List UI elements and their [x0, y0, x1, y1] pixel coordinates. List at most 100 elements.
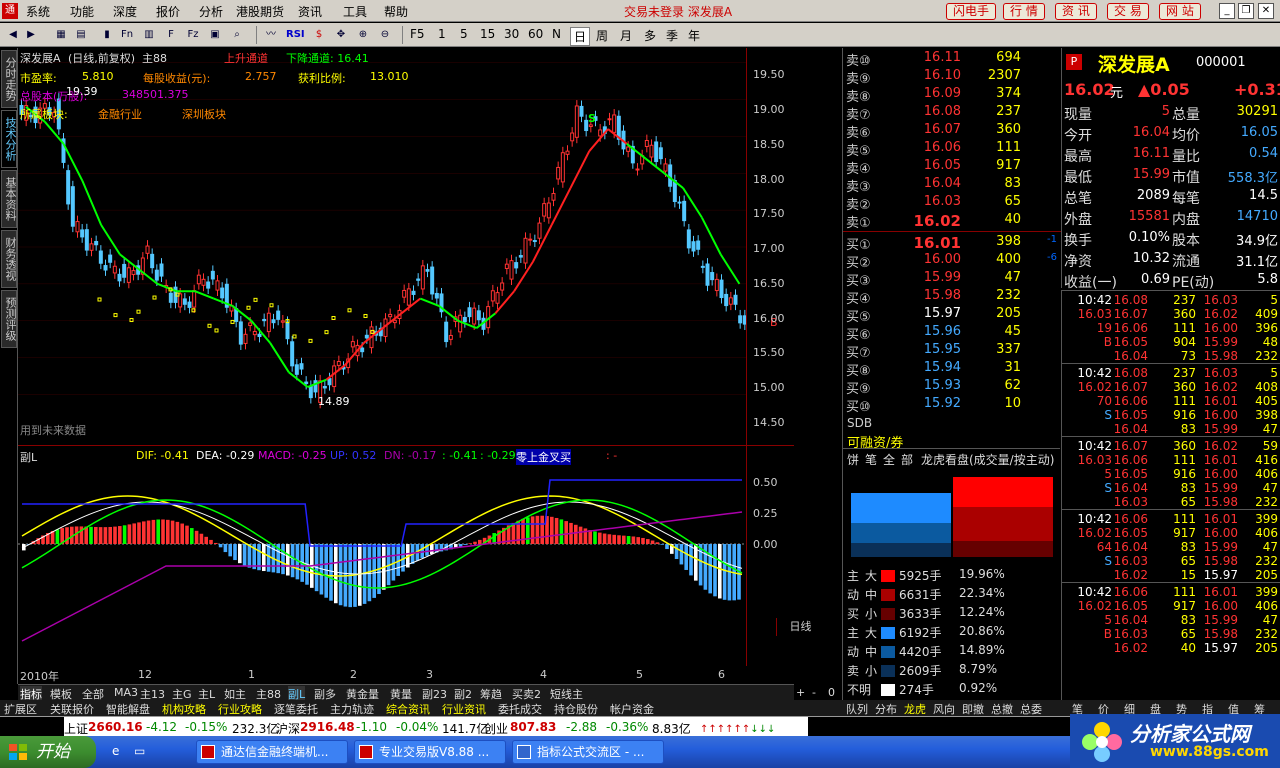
sell-level[interactable]: 卖③ 16.04 83	[843, 176, 1061, 195]
mf-tab[interactable]: 部	[901, 451, 913, 468]
right-bottom-tab[interactable]: 即撤	[962, 701, 984, 717]
buy-level[interactable]: 买④ 15.98 232	[843, 288, 1061, 307]
period-week[interactable]: 周	[596, 27, 608, 44]
menu-tools[interactable]: 工具	[343, 3, 367, 20]
right-bottom-tab[interactable]: 风向	[933, 701, 955, 717]
restore-icon[interactable]: ❐	[1238, 3, 1254, 19]
back-icon[interactable]: ◀	[4, 26, 22, 44]
shrink-icon[interactable]: ⊖	[376, 26, 394, 44]
period-60[interactable]: 60	[528, 27, 543, 41]
mf-tab[interactable]: 龙虎看盘(成交量/按主动)	[921, 451, 1054, 468]
website-button[interactable]: 网 站	[1159, 3, 1201, 20]
tab-technical[interactable]: 技术分析	[1, 110, 17, 168]
buy-level[interactable]: 买① 16.01 398 -1	[843, 234, 1061, 253]
right-bottom-tab[interactable]: 总委	[1020, 701, 1042, 717]
sector-finance[interactable]: 金融行业	[98, 106, 142, 122]
buy-level[interactable]: 买② 16.00 400 -6	[843, 252, 1061, 271]
menu-help[interactable]: 帮助	[384, 3, 408, 20]
bottom-tab[interactable]: 行业资讯	[442, 701, 486, 717]
tab-basic-info[interactable]: 基本资料	[1, 170, 17, 228]
period-5[interactable]: 5	[460, 27, 468, 41]
quote-button[interactable]: 行 情	[1003, 3, 1045, 20]
right-bottom-tab[interactable]: 分布	[875, 701, 897, 717]
sell-level[interactable]: 卖⑥ 16.07 360	[843, 122, 1061, 141]
f10-icon[interactable]: F	[162, 26, 180, 44]
menu-quote[interactable]: 报价	[156, 3, 180, 20]
period-30[interactable]: 30	[504, 27, 519, 41]
period-1[interactable]: 1	[438, 27, 446, 41]
bottom-tab[interactable]: 主力轨迹	[330, 701, 374, 717]
ind-tab[interactable]: MA3	[114, 686, 138, 699]
sell-level[interactable]: 卖② 16.03 65	[843, 194, 1061, 213]
zoom-reset-button[interactable]: 0	[828, 686, 835, 699]
rsi-icon[interactable]: RSI	[286, 26, 305, 44]
task-tdx[interactable]: 通达信金融终端机...	[196, 740, 348, 764]
sell-level[interactable]: 卖① 16.02 40	[843, 212, 1061, 231]
task-trade[interactable]: 专业交易版V8.88 ...	[354, 740, 506, 764]
kline-panel[interactable]: 深发展A (日线,前复权) 主88 上升通道 下降通道: 16.41 市盈率: …	[18, 48, 794, 446]
sell-level[interactable]: 卖⑦ 16.08 237	[843, 104, 1061, 123]
sell-level[interactable]: 卖⑤ 16.06 111	[843, 140, 1061, 159]
bottom-tab[interactable]: 机构攻略	[162, 701, 206, 717]
start-button[interactable]: 开始	[0, 736, 96, 768]
bottom-tab[interactable]: 行业攻略	[218, 701, 262, 717]
period-day[interactable]: 日	[570, 27, 591, 46]
period-n[interactable]: N	[552, 27, 561, 41]
move-icon[interactable]: ✥	[332, 26, 350, 44]
bottom-tab[interactable]: 帐户资金	[610, 701, 654, 717]
buy-level[interactable]: 买⑤ 15.97 205	[843, 306, 1061, 325]
period-multi[interactable]: 多	[644, 27, 656, 44]
mf-tab[interactable]: 全	[883, 451, 895, 468]
box-icon[interactable]: ▣	[206, 26, 224, 44]
zoom-icon[interactable]: ⊕	[354, 26, 372, 44]
bottom-tab[interactable]: 持仓股份	[554, 701, 598, 717]
grid-icon[interactable]: ▤	[72, 26, 90, 44]
search-icon[interactable]: ⌕	[228, 26, 246, 44]
cy-index[interactable]: 807.83	[510, 720, 556, 734]
mf-tab[interactable]: 饼	[847, 451, 859, 468]
period-f5[interactable]: F5	[410, 27, 425, 41]
period-15[interactable]: 15	[480, 27, 495, 41]
bottom-tab[interactable]: 综合资讯	[386, 701, 430, 717]
menu-system[interactable]: 系统	[26, 3, 50, 20]
task-forum[interactable]: 指标公式交流区 - ...	[512, 740, 664, 764]
table-icon[interactable]: ▥	[140, 26, 158, 44]
buy-level[interactable]: 买⑩ 15.92 10	[843, 396, 1061, 415]
line-chart-icon[interactable]: 〰	[262, 26, 280, 44]
bottom-tab[interactable]: 委托成交	[498, 701, 542, 717]
zoom-plus-button[interactable]: +	[796, 686, 805, 699]
sector-shenzhen[interactable]: 深圳板块	[182, 106, 226, 122]
dollar-icon[interactable]: $	[310, 26, 328, 44]
menu-depth[interactable]: 深度	[113, 3, 137, 20]
chart-icon[interactable]: ▦	[52, 26, 70, 44]
zoom-minus-button[interactable]: -	[812, 686, 816, 699]
trade-button[interactable]: 交 易	[1107, 3, 1149, 20]
right-bottom-tab[interactable]: 总撤	[991, 701, 1013, 717]
lightning-button[interactable]: 闪电手	[946, 3, 997, 20]
sh-index[interactable]: 2660.16	[88, 720, 143, 734]
period-year[interactable]: 年	[688, 27, 700, 44]
buy-level[interactable]: 买③ 15.99 47	[843, 270, 1061, 289]
right-bottom-tab[interactable]: 队列	[846, 701, 868, 717]
period-month[interactable]: 月	[620, 27, 632, 44]
sell-level[interactable]: 卖⑧ 16.09 374	[843, 86, 1061, 105]
bottom-tab[interactable]: 逐笔委托	[274, 701, 318, 717]
minimize-icon[interactable]: _	[1219, 3, 1235, 19]
fiz-icon[interactable]: Fz	[184, 26, 202, 44]
bottom-tab[interactable]: 关联报价	[50, 701, 94, 717]
sell-level[interactable]: 卖⑩ 16.11 694	[843, 50, 1061, 69]
sell-level[interactable]: 卖④ 16.05 917	[843, 158, 1061, 177]
bottom-tab[interactable]: 扩展区	[4, 701, 37, 717]
forward-icon[interactable]: ▶	[22, 26, 40, 44]
tab-intraday[interactable]: 分时走势	[1, 50, 17, 108]
buy-level[interactable]: 买⑧ 15.94 31	[843, 360, 1061, 379]
close-icon[interactable]: ✕	[1258, 3, 1274, 19]
menu-function[interactable]: 功能	[70, 3, 94, 20]
macd-panel[interactable]: 副L DIF: -0.41 DEA: -0.29 MACD: -0.25 UP:…	[18, 446, 794, 666]
period-quarter[interactable]: 季	[666, 27, 678, 44]
mf-tab[interactable]: 笔	[865, 451, 877, 468]
tab-forecast[interactable]: 预测评级	[1, 290, 17, 348]
buy-level[interactable]: 买⑨ 15.93 62	[843, 378, 1061, 397]
menu-analysis[interactable]: 分析	[199, 3, 223, 20]
menu-news[interactable]: 资讯	[298, 3, 322, 20]
